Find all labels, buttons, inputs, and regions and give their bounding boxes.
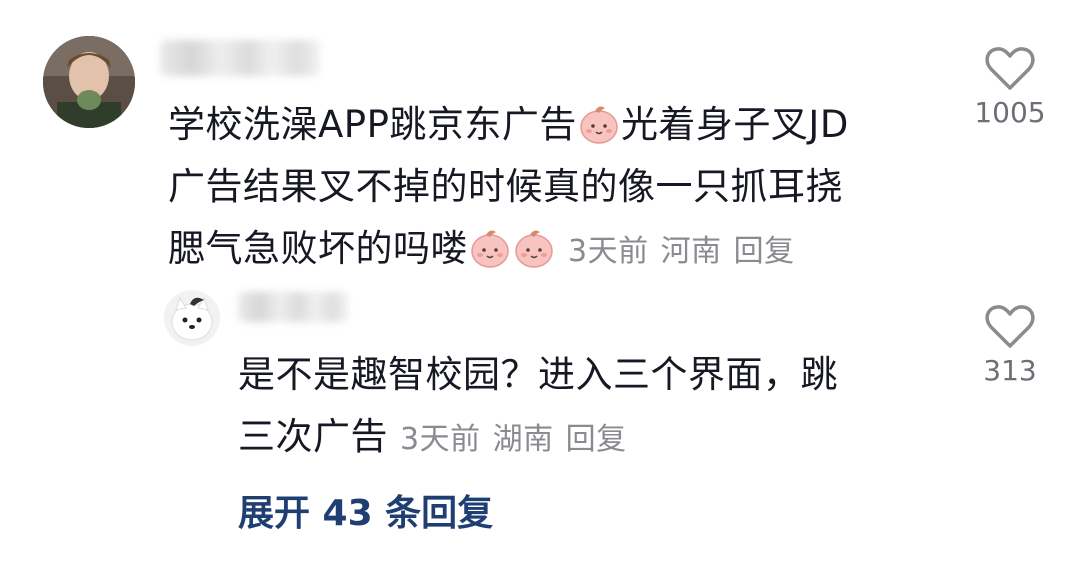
replier-avatar-image — [164, 290, 220, 346]
reply-body: 是不是趣智校园？进入三个界面，跳 三次广告 3天前 湖南 回复 — [238, 344, 918, 471]
comment-like-count: 1005 — [974, 96, 1046, 129]
commenter-avatar-image — [43, 36, 135, 128]
peach-face-emoji — [579, 102, 619, 144]
reply-line-2: 三次广告 3天前 湖南 回复 — [238, 415, 627, 458]
expand-replies-button[interactable]: 展开 43 条回复 — [238, 484, 493, 536]
comment-line-1: 学校洗澡APP跳京东广告 光着身子叉JD — [168, 102, 849, 146]
reply-time: 3天前 — [400, 422, 481, 457]
reply-line-1: 是不是趣智校园？进入三个界面，跳 — [238, 353, 838, 396]
comment-line-3: 腮气急败坏的吗喽 3天前 河南 回复 — [168, 226, 795, 270]
reply-like-count: 313 — [983, 354, 1037, 387]
peach-face-emoji — [470, 226, 510, 268]
heart-outline-icon — [985, 47, 1035, 90]
comment-body: 学校洗澡APP跳京东广告 光着身子叉JD 广告结果叉不掉的时候真的像一只抓耳挠 腮… — [168, 94, 928, 283]
comment-time: 3天前 — [568, 234, 649, 269]
commenter-username[interactable] — [160, 40, 320, 76]
reply-like-button[interactable]: 313 — [968, 302, 1052, 387]
reply-reply-button[interactable]: 回复 — [566, 422, 627, 457]
reply-location: 湖南 — [492, 422, 554, 457]
comment-line-2: 广告结果叉不掉的时候真的像一只抓耳挠 — [168, 165, 843, 208]
comment-reply-button[interactable]: 回复 — [734, 234, 795, 269]
comment-location: 河南 — [660, 234, 722, 269]
commenter-avatar[interactable] — [43, 36, 135, 128]
replier-avatar[interactable] — [164, 290, 220, 346]
replier-username[interactable] — [238, 292, 348, 322]
peach-face-emoji — [514, 226, 554, 268]
heart-outline-icon — [985, 305, 1035, 348]
comment-like-button[interactable]: 1005 — [968, 44, 1052, 129]
